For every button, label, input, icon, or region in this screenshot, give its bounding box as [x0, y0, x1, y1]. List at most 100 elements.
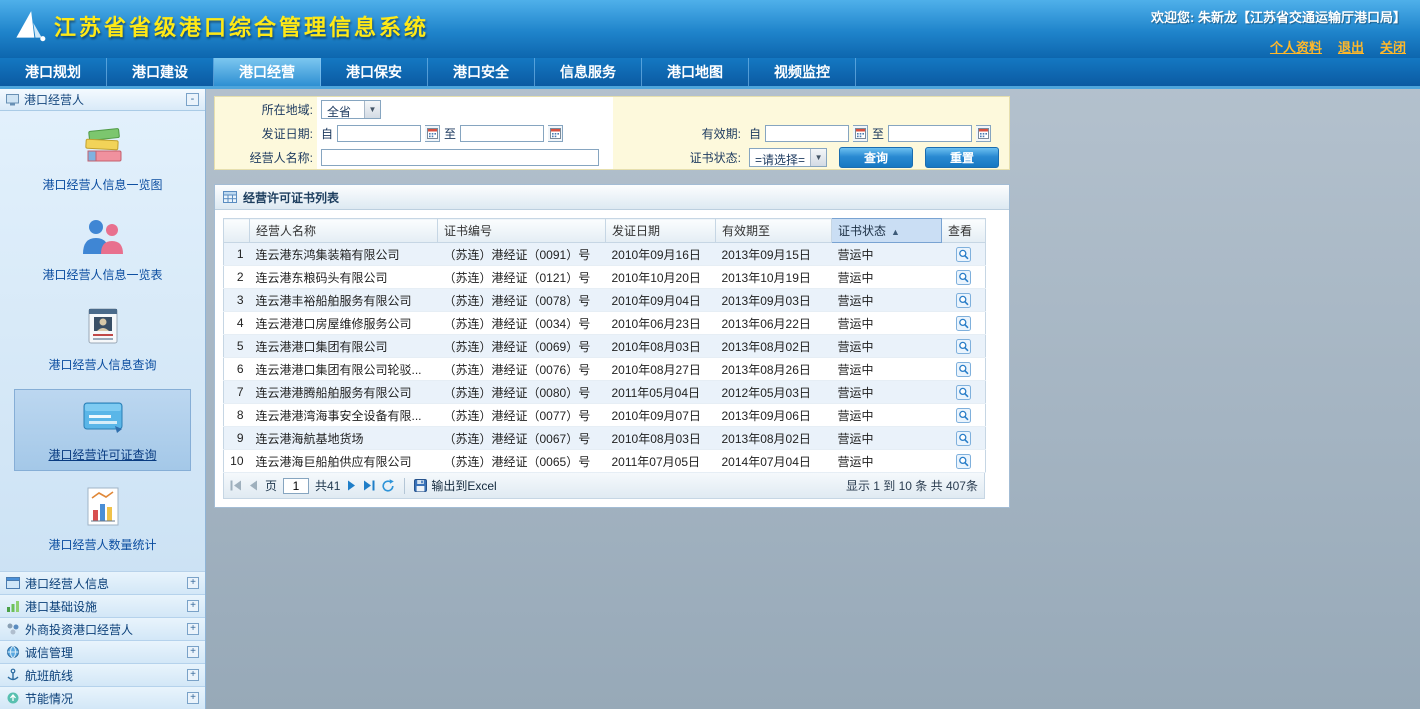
- view-detail-icon[interactable]: [956, 293, 971, 308]
- view-cell: [942, 427, 986, 450]
- calendar-icon[interactable]: [548, 125, 563, 142]
- view-detail-icon[interactable]: [956, 316, 971, 331]
- profile-link[interactable]: 个人资料: [1270, 37, 1322, 56]
- row-number: 2: [224, 266, 250, 289]
- sidebar-item-operator-overview-map[interactable]: 港口经营人信息一览图: [14, 119, 191, 201]
- close-link[interactable]: 关闭: [1380, 37, 1406, 56]
- valid-until-cell: 2013年10月19日: [716, 266, 832, 289]
- welcome-text: 欢迎您: 朱新龙【江苏省交通运输厅港口局】: [1151, 7, 1406, 26]
- cert-status-cell: 营运中: [832, 243, 942, 266]
- column-operator-name[interactable]: 经营人名称: [250, 219, 438, 243]
- cert-no-cell: （苏连）港经证（0091）号: [438, 243, 606, 266]
- region-select[interactable]: 全省 ▼: [321, 100, 381, 119]
- validity-from-input[interactable]: [765, 125, 849, 142]
- table-row[interactable]: 10 连云港海巨船舶供应有限公司 （苏连）港经证（0065）号 2011年07月…: [224, 450, 986, 473]
- issue-date-cell: 2010年09月07日: [606, 404, 716, 427]
- tab-port-safety[interactable]: 港口安全: [428, 58, 535, 86]
- column-cert-no[interactable]: 证书编号: [438, 219, 606, 243]
- table-row[interactable]: 9 连云港海航基地货场 （苏连）港经证（0067）号 2010年08月03日 2…: [224, 427, 986, 450]
- view-detail-icon[interactable]: [956, 385, 971, 400]
- column-issue-date[interactable]: 发证日期: [606, 219, 716, 243]
- monitor-icon: [6, 94, 19, 106]
- group-label: 外商投资港口经营人: [25, 621, 133, 638]
- operator-name-input[interactable]: [321, 149, 599, 166]
- column-cert-status[interactable]: 证书状态▲: [832, 219, 942, 243]
- export-excel-button[interactable]: 输出到Excel: [414, 477, 496, 494]
- table-row[interactable]: 4 连云港港口房屋维修服务公司 （苏连）港经证（0034）号 2010年06月2…: [224, 312, 986, 335]
- group-integrity[interactable]: 诚信管理 +: [0, 641, 205, 664]
- cert-status-cell: 营运中: [832, 427, 942, 450]
- page-input[interactable]: [283, 478, 309, 494]
- cert-status-cell: 营运中: [832, 404, 942, 427]
- tab-port-security[interactable]: 港口保安: [321, 58, 428, 86]
- table-row[interactable]: 7 连云港港腾船舶服务有限公司 （苏连）港经证（0080）号 2011年05月0…: [224, 381, 986, 404]
- cert-status-cell: 营运中: [832, 266, 942, 289]
- sidebar-item-operator-overview-table[interactable]: 港口经营人信息一览表: [14, 209, 191, 291]
- view-detail-icon[interactable]: [956, 270, 971, 285]
- view-detail-icon[interactable]: [956, 362, 971, 377]
- tab-port-map[interactable]: 港口地图: [642, 58, 749, 86]
- last-page-icon[interactable]: [363, 480, 375, 491]
- cert-status-select[interactable]: =请选择= ▼: [749, 148, 827, 167]
- calendar-icon[interactable]: [853, 125, 868, 142]
- group-operator-info[interactable]: 港口经营人信息 +: [0, 572, 205, 595]
- group-infrastructure[interactable]: 港口基础设施 +: [0, 595, 205, 618]
- table-body: 1 连云港东鸿集装箱有限公司 （苏连）港经证（0091）号 2010年09月16…: [224, 243, 986, 473]
- validity-label: 有效期:: [613, 121, 745, 145]
- view-detail-icon[interactable]: [956, 339, 971, 354]
- calendar-icon[interactable]: [976, 125, 991, 142]
- view-detail-icon[interactable]: [956, 431, 971, 446]
- view-detail-icon[interactable]: [956, 408, 971, 423]
- expand-button[interactable]: +: [187, 577, 199, 589]
- expand-button[interactable]: +: [187, 646, 199, 658]
- tab-port-planning[interactable]: 港口规划: [0, 58, 107, 86]
- expand-button[interactable]: +: [187, 692, 199, 704]
- group-label: 港口基础设施: [25, 598, 97, 615]
- table-row[interactable]: 8 连云港港湾海事安全设备有限... （苏连）港经证（0077）号 2010年0…: [224, 404, 986, 427]
- reset-button[interactable]: 重置: [925, 147, 999, 168]
- row-number: 6: [224, 358, 250, 381]
- issue-date-cell: 2011年07月05日: [606, 450, 716, 473]
- sidebar-item-license-query[interactable]: 港口经营许可证查询: [14, 389, 191, 471]
- group-routes[interactable]: 航班航线 +: [0, 664, 205, 687]
- column-valid-until[interactable]: 有效期至: [716, 219, 832, 243]
- prev-page-icon[interactable]: [248, 480, 259, 491]
- from-label: 自: [321, 125, 333, 142]
- sidebar-item-operator-statistics[interactable]: 港口经营人数量统计: [14, 479, 191, 561]
- tab-port-operation[interactable]: 港口经营: [214, 58, 321, 86]
- issue-date-from-input[interactable]: [337, 125, 421, 142]
- cert-status-cell: 营运中: [832, 358, 942, 381]
- issue-date-to-input[interactable]: [460, 125, 544, 142]
- view-detail-icon[interactable]: [956, 247, 971, 262]
- operator-name-cell: 连云港港湾海事安全设备有限...: [250, 404, 438, 427]
- sidebar-panel-header[interactable]: 港口经营人 -: [0, 89, 205, 111]
- group-foreign-investment[interactable]: 外商投资港口经营人 +: [0, 618, 205, 641]
- refresh-icon[interactable]: [381, 479, 395, 493]
- to-label: 至: [872, 125, 884, 142]
- operator-name-cell: 连云港东鸿集装箱有限公司: [250, 243, 438, 266]
- table-row[interactable]: 3 连云港丰裕船舶服务有限公司 （苏连）港经证（0078）号 2010年09月0…: [224, 289, 986, 312]
- tab-video-monitor[interactable]: 视频监控: [749, 58, 856, 86]
- first-page-icon[interactable]: [230, 480, 242, 491]
- sidebar-item-operator-info-query[interactable]: 港口经营人信息查询: [14, 299, 191, 381]
- expand-button[interactable]: +: [187, 623, 199, 635]
- table-row[interactable]: 6 连云港港口集团有限公司轮驳... （苏连）港经证（0076）号 2010年0…: [224, 358, 986, 381]
- logout-link[interactable]: 退出: [1338, 37, 1364, 56]
- next-page-icon[interactable]: [346, 480, 357, 491]
- table-row[interactable]: 1 连云港东鸿集装箱有限公司 （苏连）港经证（0091）号 2010年09月16…: [224, 243, 986, 266]
- cert-no-cell: （苏连）港经证（0069）号: [438, 335, 606, 358]
- valid-until-cell: 2013年08月26日: [716, 358, 832, 381]
- expand-button[interactable]: +: [187, 669, 199, 681]
- view-detail-icon[interactable]: [956, 454, 971, 469]
- tab-info-service[interactable]: 信息服务: [535, 58, 642, 86]
- table-row[interactable]: 5 连云港港口集团有限公司 （苏连）港经证（0069）号 2010年08月03日…: [224, 335, 986, 358]
- collapse-button[interactable]: -: [186, 93, 199, 106]
- expand-button[interactable]: +: [187, 600, 199, 612]
- validity-to-input[interactable]: [888, 125, 972, 142]
- issue-date-cell: 2010年08月27日: [606, 358, 716, 381]
- query-button[interactable]: 查询: [839, 147, 913, 168]
- table-row[interactable]: 2 连云港东粮码头有限公司 （苏连）港经证（0121）号 2010年10月20日…: [224, 266, 986, 289]
- calendar-icon[interactable]: [425, 125, 440, 142]
- group-energy[interactable]: 节能情况 +: [0, 687, 205, 709]
- tab-port-construction[interactable]: 港口建设: [107, 58, 214, 86]
